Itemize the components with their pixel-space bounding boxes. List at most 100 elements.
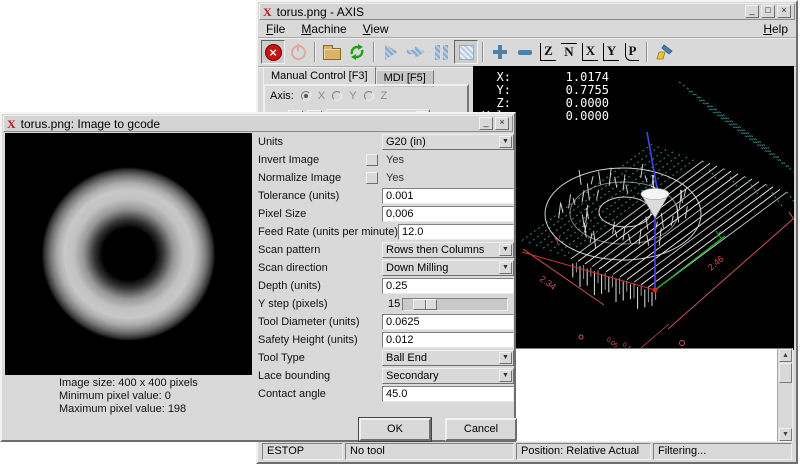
tool-type-combo[interactable]: Ball End▼ <box>382 350 514 366</box>
ok-button[interactable]: OK <box>359 418 431 441</box>
safety-height-input[interactable]: 0.012 <box>382 332 514 348</box>
tool-diameter-input[interactable]: 0.0625 <box>382 314 514 330</box>
depth-input[interactable]: 0.25 <box>382 278 514 294</box>
axis-y-label: Y <box>349 90 356 102</box>
axis-z-label: Z <box>381 90 388 102</box>
toolbar-separator <box>646 42 648 62</box>
axis-z-radio[interactable] <box>364 91 374 101</box>
letter-p-icon: P <box>625 43 640 61</box>
image-size-text: Image size: 400 x 400 pixels <box>59 377 198 390</box>
menu-file[interactable]: File <box>266 22 285 36</box>
view-x-button[interactable]: X <box>580 41 600 63</box>
menubar: File Machine View Help <box>258 21 796 38</box>
estop-icon: × <box>265 44 282 61</box>
form-row-y-step: Y step (pixels) 15 <box>258 295 514 313</box>
letter-x-icon: X <box>582 43 598 61</box>
dro-line-y: Y:0.7755 <box>473 83 609 97</box>
status-estop: ESTOP <box>262 443 343 460</box>
stop-button[interactable] <box>454 40 478 64</box>
invert-image-checkbox[interactable] <box>366 154 378 166</box>
form-row-tool-type: Tool Type Ball End▼ <box>258 349 514 367</box>
chevron-down-icon: ▼ <box>499 370 512 382</box>
view-p-button[interactable]: P <box>622 41 642 63</box>
lace-bounding-combo[interactable]: Secondary▼ <box>382 368 514 384</box>
view-z2-button[interactable]: N <box>559 41 579 63</box>
y-step-value: 15 <box>382 298 402 310</box>
run-icon <box>385 44 398 60</box>
scrollbar[interactable]: ▲ ▼ <box>777 349 792 441</box>
form-row-scan-direction: Scan direction Down Milling▼ <box>258 259 514 277</box>
origin-marker <box>653 288 658 293</box>
form-row-safety-height: Safety Height (units) 0.012 <box>258 331 514 349</box>
status-filtering: Filtering... <box>653 443 792 460</box>
form-row-units: Units G20 (in)▼ <box>258 133 514 151</box>
form-row-pixel-size: Pixel Size 0.006 <box>258 205 514 223</box>
pixel-size-input[interactable]: 0.006 <box>382 206 514 222</box>
stop-icon <box>459 45 474 60</box>
tolerance-input[interactable]: 0.001 <box>382 188 514 204</box>
zoom-out-button[interactable] <box>513 40 537 64</box>
menu-view[interactable]: View <box>363 22 389 36</box>
dro-line-x: X:1.0174 <box>473 70 609 84</box>
dialog-titlebar[interactable]: X torus.png: Image to gcode _ × <box>3 115 513 132</box>
axis-window-title: torus.png - AXIS <box>277 5 364 19</box>
y-step-slider[interactable] <box>402 298 508 311</box>
chevron-down-icon: ▼ <box>499 244 512 256</box>
step-button[interactable] <box>404 40 428 64</box>
feed-rate-input[interactable]: 12.0 <box>398 224 514 240</box>
form-row-normalize: Normalize Image Yes <box>258 169 514 187</box>
axis-logo-icon: X <box>7 118 16 130</box>
open-folder-icon <box>323 48 341 60</box>
image-info: Image size: 400 x 400 pixels Minimum pix… <box>59 377 198 416</box>
image-min-text: Minimum pixel value: 0 <box>59 390 198 403</box>
minimize-button[interactable]: _ <box>479 117 493 130</box>
units-combo[interactable]: G20 (in)▼ <box>382 134 514 150</box>
close-button[interactable]: × <box>777 5 791 18</box>
form-row-tool-diameter: Tool Diameter (units) 0.0625 <box>258 313 514 331</box>
dim-height-label: 2.34 <box>538 274 558 292</box>
form-row-invert: Invert Image Yes <box>258 151 514 169</box>
axis-titlebar[interactable]: X torus.png - AXIS _ □ × <box>259 3 795 20</box>
contact-angle-input[interactable]: 45.0 <box>382 386 514 402</box>
scan-pattern-combo[interactable]: Rows then Columns▼ <box>382 242 514 258</box>
dialog-title: torus.png: Image to gcode <box>21 117 160 131</box>
axis-label: Axis: <box>270 90 294 102</box>
view-z-button[interactable]: Z <box>538 41 558 63</box>
cancel-button[interactable]: Cancel <box>445 418 517 441</box>
step-icon <box>407 46 425 58</box>
form-row-feed-rate: Feed Rate (units per minute) 12.0 <box>258 223 514 241</box>
pause-button[interactable] <box>429 40 453 64</box>
letter-y-icon: Y <box>603 43 619 61</box>
image-to-gcode-dialog: X torus.png: Image to gcode _ × Image si… <box>0 112 516 442</box>
slider-thumb[interactable] <box>413 299 437 310</box>
maximize-button[interactable]: □ <box>761 5 775 18</box>
axis-y-radio[interactable] <box>332 91 342 101</box>
menu-machine[interactable]: Machine <box>301 22 346 36</box>
preview-panel[interactable]: 2.34 2.46 0.05 0.10 Y X <box>473 66 794 350</box>
scroll-up-icon[interactable]: ▲ <box>779 349 792 362</box>
chevron-down-icon: ▼ <box>499 136 512 148</box>
axis-x-radio[interactable] <box>301 91 311 101</box>
close-button[interactable]: × <box>495 117 509 130</box>
scroll-thumb[interactable] <box>779 363 792 383</box>
toolbar-separator <box>482 42 484 62</box>
run-button[interactable] <box>379 40 403 64</box>
reload-button[interactable] <box>345 40 369 64</box>
x-axis-label: X <box>715 230 722 241</box>
estop-button[interactable]: × <box>261 40 285 64</box>
open-file-button[interactable] <box>320 40 344 64</box>
scroll-down-icon[interactable]: ▼ <box>779 428 792 441</box>
zoom-out-icon <box>518 50 532 55</box>
view-y-button[interactable]: Y <box>601 41 621 63</box>
menu-help[interactable]: Help <box>763 22 788 36</box>
dro-line-z: Z:0.0000 <box>473 96 609 110</box>
clear-plot-button[interactable] <box>652 40 676 64</box>
form-row-scan-pattern: Scan pattern Rows then Columns▼ <box>258 241 514 259</box>
power-icon <box>291 45 306 60</box>
scan-direction-combo[interactable]: Down Milling▼ <box>382 260 514 276</box>
zoom-in-button[interactable] <box>488 40 512 64</box>
power-button[interactable] <box>286 40 310 64</box>
normalize-image-checkbox[interactable] <box>366 172 378 184</box>
status-position: Position: Relative Actual <box>516 443 651 460</box>
minimize-button[interactable]: _ <box>745 5 759 18</box>
